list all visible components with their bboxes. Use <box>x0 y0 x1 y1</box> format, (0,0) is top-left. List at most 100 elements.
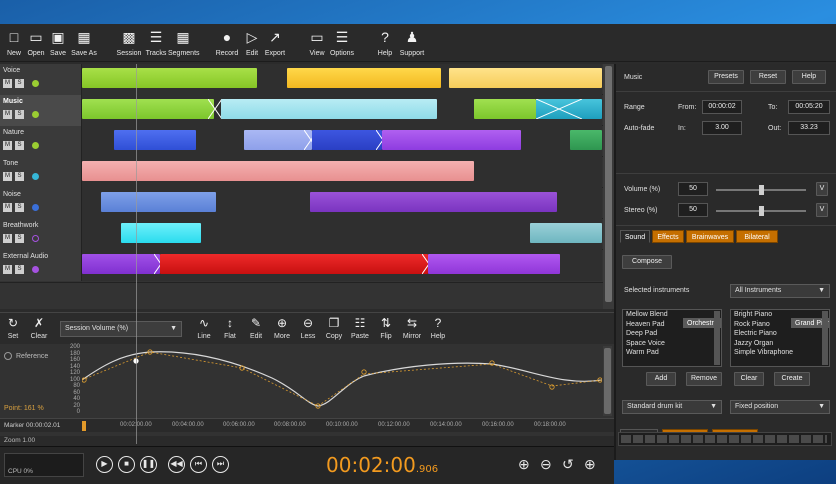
volume-slider[interactable] <box>716 185 806 195</box>
track-lane[interactable] <box>82 188 602 219</box>
from-field[interactable]: 00:00:02 <box>702 100 742 114</box>
play-button[interactable]: ▶ <box>96 456 113 473</box>
volume-field[interactable]: 50 <box>678 182 708 196</box>
zoom-reset-button[interactable]: ↺ <box>562 456 574 473</box>
scrollbar-thumb[interactable] <box>605 66 612 302</box>
music-clip[interactable] <box>474 99 536 119</box>
solo-button[interactable]: S <box>15 234 24 243</box>
list-item[interactable]: Space Voice <box>623 339 721 349</box>
drum-kit-select[interactable]: Standard drum kit ▼ <box>622 400 722 414</box>
solo-button[interactable]: S <box>15 203 24 212</box>
line-button[interactable]: ∿ Line <box>194 315 214 340</box>
tracks-scrollbar[interactable] <box>603 64 614 309</box>
reset-button[interactable]: Reset <box>750 70 786 84</box>
edit-envelope-button[interactable]: ✎ Edit <box>246 315 266 340</box>
options-button[interactable]: ☰ Options <box>328 28 356 60</box>
rewind-button[interactable]: ◀◀ <box>168 456 185 473</box>
nature-clip[interactable] <box>382 130 521 150</box>
timeline-ruler[interactable]: Marker 00:00:02.01 00:02:00.00 00:04:00.… <box>0 418 614 432</box>
solo-button[interactable]: S <box>15 79 24 88</box>
stereo-slider-knob[interactable] <box>758 206 764 216</box>
nature-clip[interactable] <box>244 130 312 150</box>
nature-clip[interactable] <box>114 130 196 150</box>
instrument-filter-select[interactable]: All Instruments ▼ <box>730 284 830 298</box>
more-button[interactable]: ⊕ More <box>272 315 292 340</box>
list-item[interactable]: Deep Pad <box>623 329 721 339</box>
noise-clip[interactable] <box>310 192 557 212</box>
mute-button[interactable]: M <box>3 172 12 181</box>
track-header[interactable]: Tone M S <box>0 157 82 188</box>
stereo-v-button[interactable]: V <box>816 203 828 217</box>
support-button[interactable]: ♟ Support <box>398 28 426 60</box>
tab-sound[interactable]: Sound <box>620 230 650 243</box>
tab-brainwaves[interactable]: Brainwaves <box>686 230 734 243</box>
tone-clip[interactable] <box>82 161 474 181</box>
all-instruments-list[interactable]: Grand Piano Bright Piano Rock Piano Elec… <box>730 309 830 367</box>
envelope-scrollbar[interactable] <box>603 346 612 416</box>
external-audio-clip[interactable] <box>428 254 560 274</box>
envelope-plot[interactable] <box>82 346 602 416</box>
copy-button[interactable]: ❐ Copy <box>324 315 344 340</box>
external-audio-clip[interactable] <box>160 254 428 274</box>
breathwork-clip[interactable] <box>121 223 201 243</box>
open-button[interactable]: ▭ Open <box>26 28 46 60</box>
voice-clip[interactable] <box>82 68 257 88</box>
list-item[interactable]: Jazzy Organ <box>731 339 829 349</box>
zoom-fit-button[interactable]: ⊕ <box>584 456 596 473</box>
create-button[interactable]: Create <box>774 372 810 386</box>
segments-button[interactable]: ▦ Segments <box>168 28 200 60</box>
crossfade-marker[interactable] <box>207 98 223 120</box>
panel-help-button[interactable]: Help <box>792 70 826 84</box>
mute-button[interactable]: M <box>3 234 12 243</box>
zoom-out-button[interactable]: ⊖ <box>540 456 552 473</box>
save-as-button[interactable]: ▦ Save As <box>70 28 98 60</box>
track-header[interactable]: Music M S <box>0 95 82 126</box>
pause-button[interactable]: ❚❚ <box>140 456 157 473</box>
skip-forward-button[interactable]: ⏭ <box>212 456 229 473</box>
track-header[interactable]: External Audio M S <box>0 250 82 281</box>
flip-button[interactable]: ⇅ Flip <box>376 315 396 340</box>
voice-clip[interactable] <box>449 68 602 88</box>
presets-button[interactable]: Presets <box>708 70 744 84</box>
stereo-field[interactable]: 50 <box>678 203 708 217</box>
list-scrollbar[interactable] <box>714 311 720 365</box>
list-item[interactable]: Simple Vibraphone <box>731 348 829 358</box>
record-button[interactable]: ● Record <box>214 28 240 60</box>
save-button[interactable]: ▣ Save <box>48 28 68 60</box>
compose-button[interactable]: Compose <box>622 255 672 269</box>
set-button[interactable]: ↻ Set <box>4 315 22 340</box>
solo-button[interactable]: S <box>15 110 24 119</box>
stop-button[interactable]: ■ <box>118 456 135 473</box>
tab-bilateral[interactable]: Bilateral <box>736 230 778 243</box>
envelope-help-button[interactable]: ? Help <box>428 315 448 340</box>
mute-button[interactable]: M <box>3 203 12 212</box>
external-audio-clip[interactable] <box>82 254 160 274</box>
nature-clip[interactable] <box>312 130 382 150</box>
mirror-button[interactable]: ⇆ Mirror <box>400 315 424 340</box>
list-scrollbar[interactable] <box>822 311 828 365</box>
track-lane[interactable] <box>82 126 602 157</box>
voice-clip[interactable] <box>287 68 441 88</box>
track-lane[interactable] <box>82 95 602 126</box>
mute-button[interactable]: M <box>3 79 12 88</box>
track-header[interactable]: Nature M S <box>0 126 82 157</box>
clear-instruments-button[interactable]: Clear <box>734 372 764 386</box>
list-item[interactable]: Electric Piano <box>731 329 829 339</box>
solo-button[interactable]: S <box>15 265 24 274</box>
track-header[interactable]: Noise M S <box>0 188 82 219</box>
new-button[interactable]: □ New <box>4 28 24 60</box>
list-item[interactable]: Warm Pad <box>623 348 721 358</box>
zoom-in-button[interactable]: ⊕ <box>518 456 530 473</box>
tab-effects[interactable]: Effects <box>652 230 684 243</box>
track-lane[interactable] <box>82 157 602 188</box>
scrollbar-thumb[interactable] <box>604 348 611 414</box>
fade-in-field[interactable]: 3.00 <box>702 121 742 135</box>
mute-button[interactable]: M <box>3 110 12 119</box>
fade-out-field[interactable]: 33.23 <box>788 121 830 135</box>
paste-button[interactable]: ☷ Paste <box>350 315 370 340</box>
reference-toggle[interactable]: Reference <box>4 352 48 360</box>
session-button[interactable]: ▩ Session <box>116 28 142 60</box>
position-select[interactable]: Fixed position ▼ <box>730 400 830 414</box>
solo-button[interactable]: S <box>15 172 24 181</box>
to-field[interactable]: 00:05:20 <box>788 100 830 114</box>
